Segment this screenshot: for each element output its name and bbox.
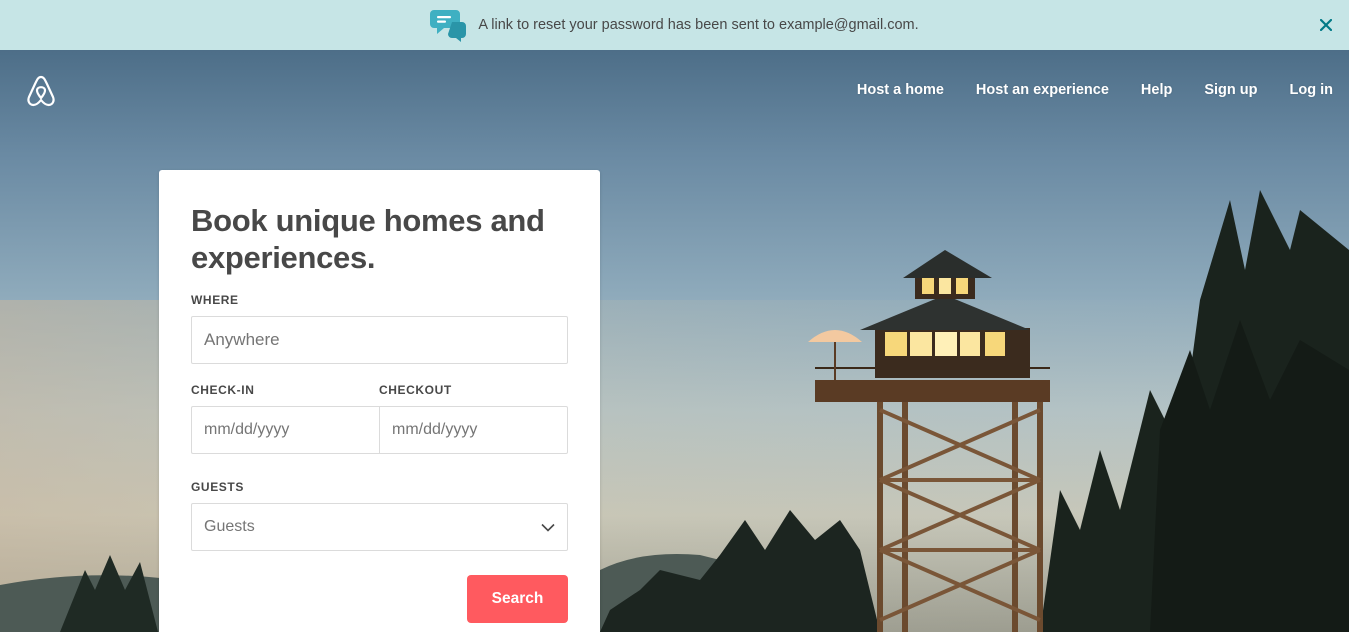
check-in-label: CHECK-IN bbox=[191, 383, 255, 397]
check-in-placeholder: mm/dd/yyyy bbox=[204, 421, 290, 438]
checkout-placeholder: mm/dd/yyyy bbox=[392, 421, 478, 438]
banner-message: A link to reset your password has been s… bbox=[478, 17, 919, 33]
banner-close-button[interactable] bbox=[1315, 14, 1337, 36]
top-nav: Host a home Host an experience Help Sign… bbox=[825, 80, 1333, 100]
check-in-input[interactable]: mm/dd/yyyy bbox=[191, 406, 380, 454]
guests-value: Guests bbox=[204, 518, 255, 535]
chevron-down-icon bbox=[541, 523, 555, 532]
where-input[interactable]: Anywhere bbox=[191, 316, 568, 364]
nav-host-experience[interactable]: Host an experience bbox=[976, 80, 1109, 100]
nav-host-home[interactable]: Host a home bbox=[857, 80, 944, 100]
nav-sign-up[interactable]: Sign up bbox=[1204, 80, 1257, 100]
where-placeholder: Anywhere bbox=[204, 330, 280, 349]
nav-log-in[interactable]: Log in bbox=[1290, 80, 1334, 100]
close-icon bbox=[1320, 19, 1332, 31]
page: A link to reset your password has been s… bbox=[0, 0, 1349, 632]
guests-select[interactable]: Guests bbox=[191, 503, 568, 551]
search-card: Book unique homes and experiences. WHERE… bbox=[159, 170, 600, 632]
checkout-label: CHECKOUT bbox=[379, 383, 452, 397]
guests-label: GUESTS bbox=[191, 480, 244, 494]
search-button[interactable]: Search bbox=[467, 575, 568, 623]
airbnb-logo[interactable] bbox=[25, 74, 57, 108]
chat-bubbles-icon bbox=[430, 10, 467, 42]
checkout-input[interactable]: mm/dd/yyyy bbox=[379, 406, 568, 454]
where-label: WHERE bbox=[191, 293, 239, 307]
page-title: Book unique homes and experiences. bbox=[191, 203, 545, 275]
nav-help[interactable]: Help bbox=[1141, 80, 1172, 100]
notification-banner: A link to reset your password has been s… bbox=[0, 0, 1349, 50]
